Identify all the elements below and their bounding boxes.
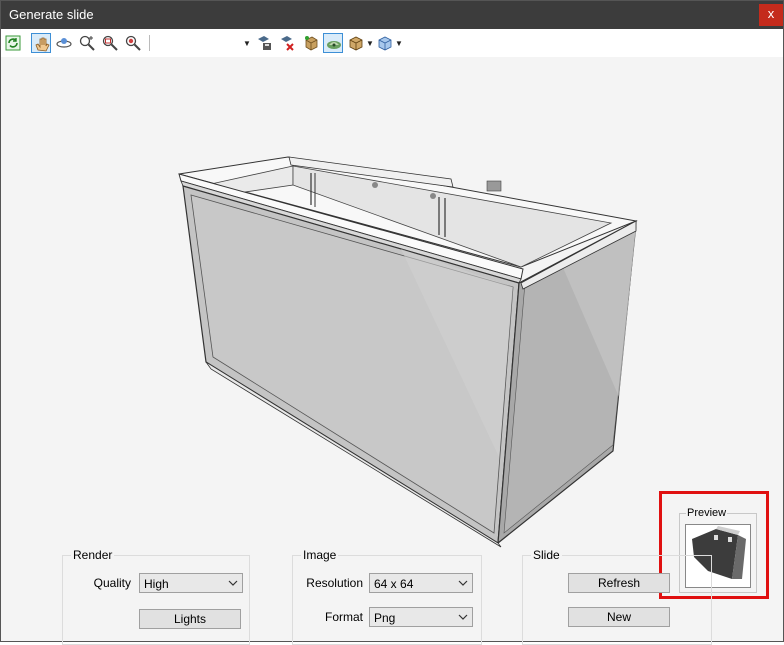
slide-group-label: Slide bbox=[531, 548, 562, 562]
format-select[interactable]: Png bbox=[369, 607, 473, 627]
3d-viewport[interactable]: Preview Render Quality High Lights Image… bbox=[1, 57, 783, 645]
close-button[interactable]: x bbox=[759, 4, 783, 26]
zoom-in-icon[interactable] bbox=[77, 33, 97, 53]
textures-icon[interactable] bbox=[301, 33, 321, 53]
window-title: Generate slide bbox=[9, 7, 94, 22]
chevron-down-icon bbox=[458, 580, 468, 586]
slide-group: Slide Refresh New bbox=[522, 548, 712, 645]
dropdown-arrow-icon[interactable]: ▼ bbox=[243, 39, 251, 48]
render-group: Render Quality High Lights bbox=[62, 548, 250, 645]
new-button[interactable]: New bbox=[568, 607, 670, 627]
chevron-down-icon bbox=[458, 614, 468, 620]
camera-delete-icon[interactable] bbox=[278, 33, 298, 53]
render-group-label: Render bbox=[71, 548, 115, 562]
title-bar: Generate slide x bbox=[1, 1, 783, 29]
quality-label: Quality bbox=[93, 576, 131, 590]
orbit-icon[interactable] bbox=[54, 33, 74, 53]
refresh-icon[interactable] bbox=[3, 33, 23, 53]
lights-button[interactable]: Lights bbox=[139, 609, 241, 629]
dropdown-arrow-icon[interactable]: ▼ bbox=[395, 39, 403, 48]
image-group: Image Resolution 64 x 64 Format Png bbox=[292, 548, 482, 645]
zoom-extents-icon[interactable] bbox=[123, 33, 143, 53]
refresh-button[interactable]: Refresh bbox=[568, 573, 670, 593]
toolbar-separator bbox=[149, 35, 150, 51]
toolbar: ▼ ▼ ▼ bbox=[1, 29, 783, 57]
camera-save-icon[interactable] bbox=[255, 33, 275, 53]
resolution-value: 64 x 64 bbox=[374, 577, 414, 591]
quality-select[interactable]: High bbox=[139, 573, 243, 593]
quality-value: High bbox=[144, 577, 169, 591]
chevron-down-icon bbox=[228, 580, 238, 586]
image-group-label: Image bbox=[301, 548, 339, 562]
format-value: Png bbox=[374, 611, 396, 625]
dropdown-arrow-icon[interactable]: ▼ bbox=[366, 39, 374, 48]
resolution-select[interactable]: 64 x 64 bbox=[369, 573, 473, 593]
cube-section-icon[interactable] bbox=[375, 33, 395, 53]
box-views-icon[interactable] bbox=[346, 33, 366, 53]
format-label: Format bbox=[324, 610, 363, 624]
resolution-label: Resolution bbox=[306, 576, 363, 590]
cabinet-model bbox=[178, 156, 638, 548]
shading-icon[interactable] bbox=[323, 33, 343, 53]
zoom-window-icon[interactable] bbox=[100, 33, 120, 53]
hand-pan-icon[interactable] bbox=[31, 33, 51, 53]
generate-slide-window: Generate slide x ▼ ▼ ▼ Preview Render Qu… bbox=[0, 0, 784, 645]
